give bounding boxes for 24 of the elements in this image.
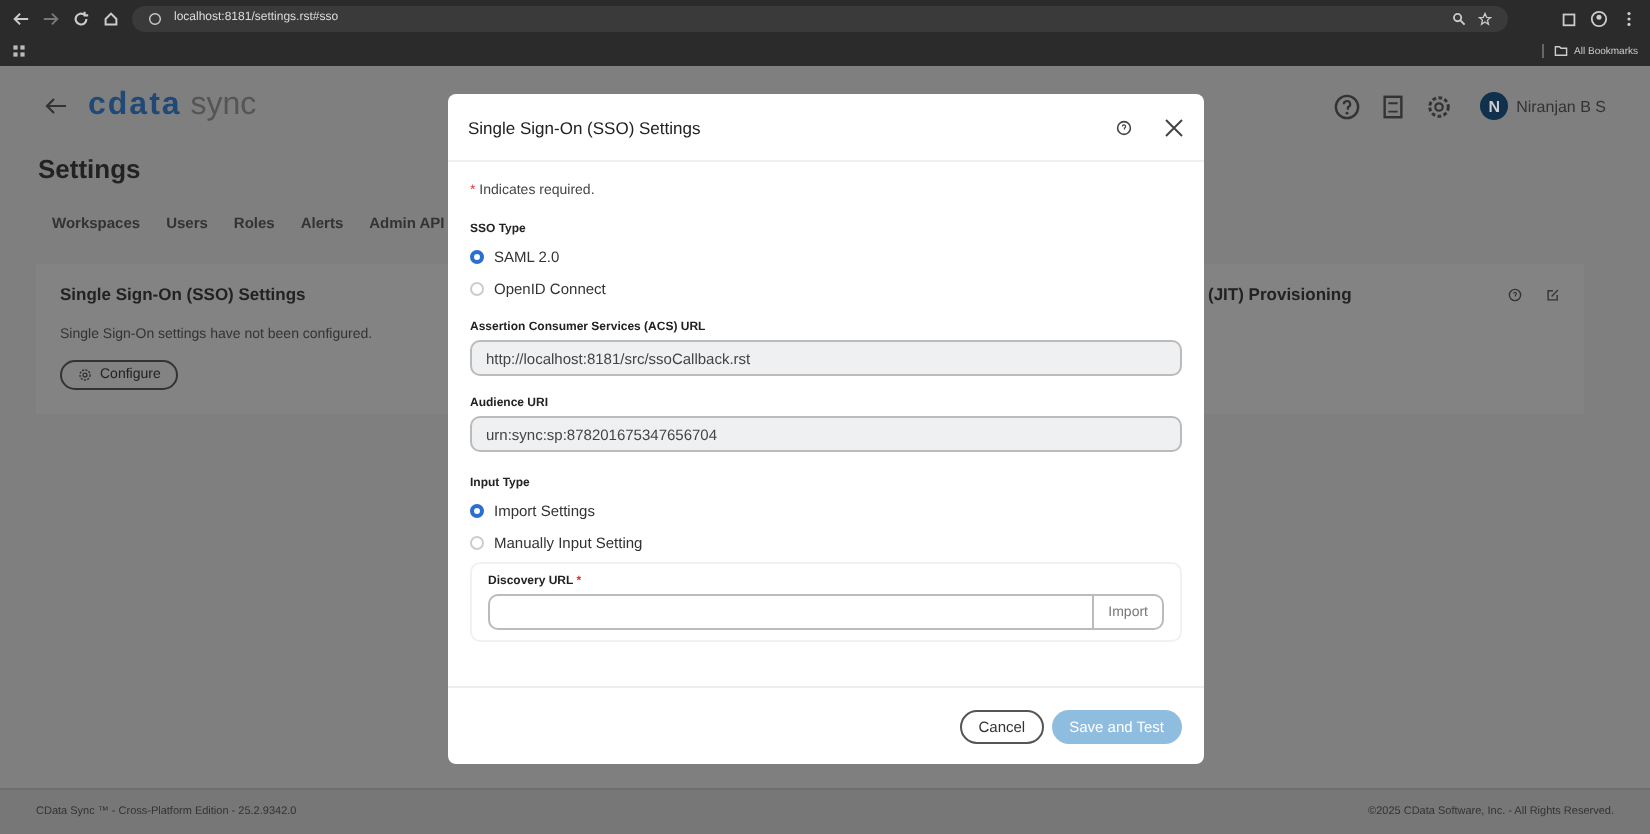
radio-button[interactable] (470, 503, 484, 517)
extensions-icon[interactable] (1560, 9, 1578, 27)
home-icon[interactable] (102, 9, 120, 27)
input-field[interactable] (488, 594, 1095, 630)
user-avatar[interactable]: N (1480, 92, 1509, 120)
page-title: Settings (38, 154, 143, 184)
edit-icon[interactable] (1546, 287, 1560, 301)
reload-icon[interactable] (72, 9, 90, 27)
apps-icon[interactable] (12, 44, 26, 58)
card-title: (JIT) Provisioning (1208, 284, 1352, 304)
zoom-icon[interactable] (1452, 11, 1466, 25)
settings-icon[interactable] (1426, 93, 1453, 119)
forward-icon[interactable] (42, 9, 60, 27)
site-info-icon[interactable] (148, 11, 162, 25)
profile-icon[interactable] (1590, 9, 1608, 27)
help-icon[interactable] (1116, 119, 1132, 135)
settings-icon (78, 368, 92, 382)
close-icon[interactable] (1164, 117, 1184, 137)
book-icon[interactable] (1380, 93, 1407, 119)
radio-button[interactable] (470, 249, 484, 263)
star-icon[interactable] (1478, 11, 1492, 25)
dialog-title: Single Sign-On (SSO) Settings (468, 117, 701, 137)
card-title: Single Sign-On (SSO) Settings (60, 284, 306, 304)
folder-icon (1554, 44, 1569, 58)
